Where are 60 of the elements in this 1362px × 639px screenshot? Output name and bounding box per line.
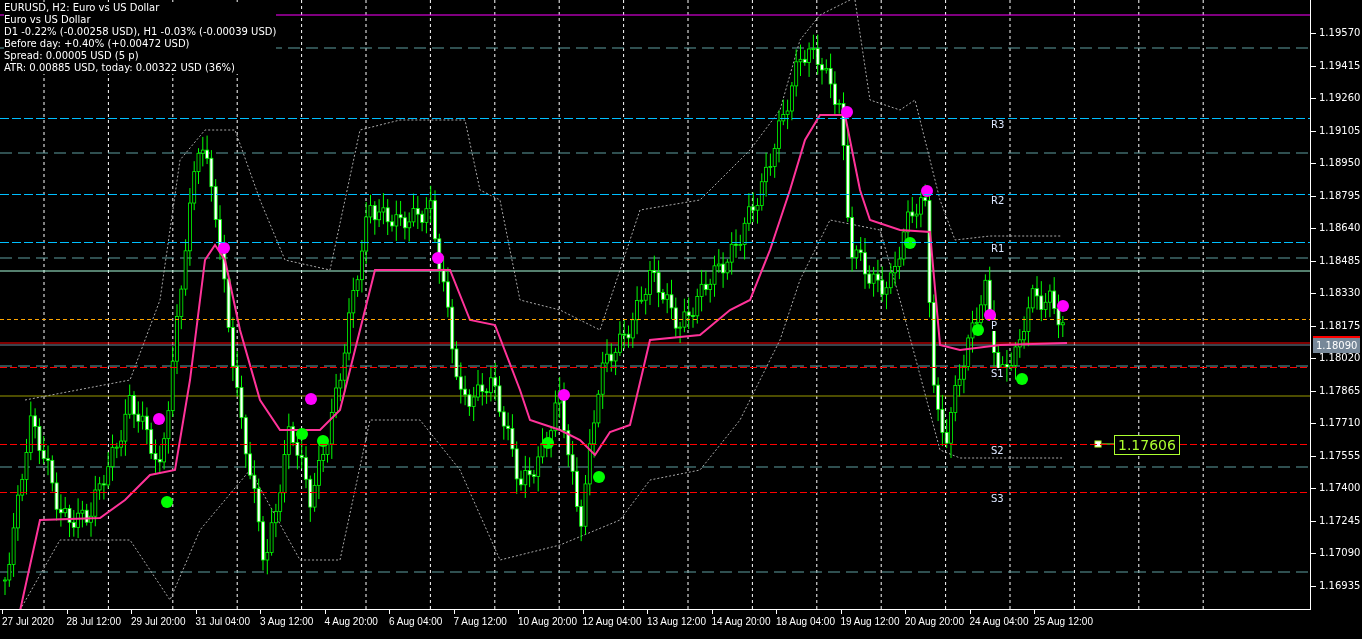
price-tick: 1.19570: [1311, 25, 1362, 58]
level-label: P: [990, 320, 999, 331]
signal-dot: [1057, 300, 1069, 312]
signal-dot: [593, 471, 605, 483]
time-tick: 6 Aug 04:00: [389, 610, 454, 639]
signal-dot: [558, 389, 570, 401]
level-label: R3: [990, 119, 1006, 130]
price-tick: 1.17710: [1311, 415, 1362, 448]
signal-dot: [161, 496, 173, 508]
signal-dot: [305, 393, 317, 405]
time-tick: 24 Aug 04:00: [969, 610, 1034, 639]
time-tick: 7 Aug 12:00: [453, 610, 518, 639]
price-tick: 1.19260: [1311, 90, 1362, 123]
price-marker-label: 1.17606: [1114, 435, 1180, 455]
time-tick: 28 Jul 12:00: [66, 610, 131, 639]
time-tick: 12 Aug 04:00: [582, 610, 647, 639]
signal-dot: [317, 435, 329, 447]
signal-dot: [921, 185, 933, 197]
signal-dot: [1016, 373, 1028, 385]
price-tick: 1.18330: [1311, 285, 1362, 318]
time-tick: 10 Aug 20:00: [518, 610, 583, 639]
price-tick: 1.18485: [1311, 252, 1362, 285]
level-label: R1: [990, 243, 1006, 254]
price-tick: 1.17555: [1311, 447, 1362, 480]
price-tick: 1.18640: [1311, 220, 1362, 253]
anchor-square-icon: [1094, 440, 1115, 448]
price-tick: 1.18950: [1311, 155, 1362, 188]
signal-dot: [984, 309, 996, 321]
signal-dot: [904, 237, 916, 249]
price-tick: 1.16935: [1311, 577, 1362, 610]
price-tick: 1.17865: [1311, 382, 1362, 415]
price-tick: 1.18795: [1311, 187, 1362, 220]
time-tick: 25 Aug 12:00: [1034, 610, 1099, 639]
time-tick: 18 Aug 04:00: [776, 610, 841, 639]
signal-dot: [296, 428, 308, 440]
signal-dot: [153, 413, 165, 425]
time-tick: 3 Aug 12:00: [260, 610, 325, 639]
time-tick: 13 Aug 12:00: [647, 610, 712, 639]
time-tick: 29 Jul 20:00: [131, 610, 196, 639]
price-tick: 1.19415: [1311, 57, 1362, 90]
current-price-label: 1.18090: [1313, 336, 1361, 353]
level-label: S2: [990, 445, 1005, 456]
signal-dot: [972, 324, 984, 336]
price-tick: 1.17090: [1311, 545, 1362, 578]
time-tick: 31 Jul 04:00: [195, 610, 260, 639]
level-label: S1: [990, 368, 1005, 379]
signal-dot: [841, 106, 853, 118]
signal-dot: [218, 242, 230, 254]
price-tick: 1.17400: [1311, 480, 1362, 513]
level-label: R2: [990, 195, 1006, 206]
level-label: S3: [990, 493, 1005, 504]
price-tick: 1.19105: [1311, 122, 1362, 155]
time-tick: 14 Aug 20:00: [711, 610, 776, 639]
signal-dot: [432, 252, 444, 264]
price-tick: 1.17245: [1311, 512, 1362, 545]
time-tick: 27 Jul 2020: [2, 610, 67, 639]
time-tick: 19 Aug 12:00: [840, 610, 905, 639]
time-tick: 4 Aug 20:00: [324, 610, 389, 639]
time-tick: 20 Aug 20:00: [905, 610, 970, 639]
signal-dot: [542, 437, 554, 449]
